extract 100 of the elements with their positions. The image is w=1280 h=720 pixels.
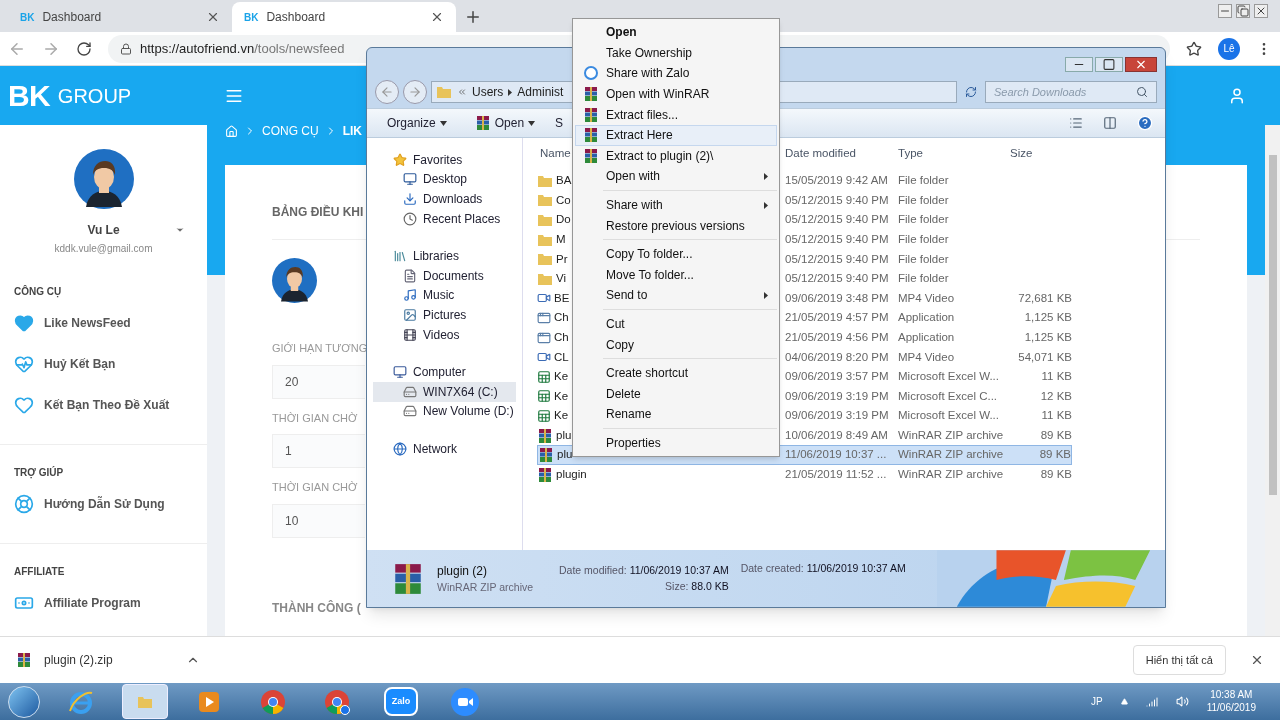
input-field[interactable]: 1 xyxy=(272,434,365,468)
file-name-cell[interactable]: BE xyxy=(537,288,572,309)
menu-item[interactable]: Extract to plugin (2)\ xyxy=(575,145,777,167)
minimize-icon[interactable] xyxy=(1218,4,1232,18)
column-header[interactable]: Date modified xyxy=(785,145,898,163)
file-name-cell[interactable]: M xyxy=(537,229,571,250)
close-icon[interactable] xyxy=(430,10,444,24)
menu-item[interactable]: Delete xyxy=(575,383,777,405)
file-name-cell[interactable]: Pr xyxy=(537,249,571,269)
menu-item[interactable]: Take Ownership xyxy=(575,42,777,64)
new-tab-icon[interactable] xyxy=(464,8,482,26)
tree-item[interactable]: Downloads xyxy=(373,189,516,209)
file-name-cell[interactable]: CL xyxy=(537,347,571,367)
tree-item[interactable]: WIN7X64 (C:) xyxy=(373,381,516,402)
file-size: 54,071 KB xyxy=(1018,349,1072,365)
tree-item[interactable]: Music xyxy=(373,285,516,306)
file-name-cell[interactable]: BA xyxy=(537,171,574,191)
monitor-icon xyxy=(403,172,417,187)
file-name-cell[interactable]: Ke xyxy=(537,386,571,407)
menu-item[interactable]: Rename xyxy=(575,404,777,425)
maximize-icon[interactable] xyxy=(1095,56,1123,72)
input-field[interactable]: 20 xyxy=(272,364,365,399)
close-icon[interactable] xyxy=(1254,4,1268,18)
open-menu[interactable]: Open xyxy=(474,114,536,132)
menu-item[interactable]: Copy xyxy=(575,334,777,355)
tree-item[interactable]: Recent Places xyxy=(373,208,516,229)
menu-item[interactable]: Open with WinRAR xyxy=(575,83,777,105)
menu-item[interactable]: Create shortcut xyxy=(575,362,777,384)
organize-menu[interactable]: Organize xyxy=(379,114,455,132)
bookmark-star-icon[interactable] xyxy=(1186,40,1202,57)
sidebar-item[interactable]: Affiliate Program xyxy=(14,593,141,613)
tree-item[interactable]: Pictures xyxy=(373,305,516,325)
menu-item[interactable]: Extract Here xyxy=(575,124,777,146)
file-name-cell[interactable]: plugin xyxy=(537,464,589,485)
menu-item[interactable]: Share with xyxy=(575,194,777,216)
menu-item[interactable]: Send to xyxy=(575,285,777,306)
application-icon xyxy=(537,330,551,345)
restore-icon[interactable] xyxy=(1236,4,1250,18)
start-button[interactable] xyxy=(8,685,40,718)
file-name-cell[interactable]: Vi xyxy=(537,268,571,289)
profile-avatar[interactable]: Lê xyxy=(1218,37,1240,60)
view-options-icon[interactable] xyxy=(1069,116,1083,130)
tree-item[interactable]: New Volume (D:) xyxy=(373,401,516,422)
refresh-icon[interactable] xyxy=(965,86,977,98)
download-filename[interactable]: plugin (2).zip xyxy=(44,651,174,669)
file-name-cell[interactable]: Do xyxy=(537,210,573,230)
tree-item[interactable]: Computer xyxy=(367,362,522,382)
menu-item[interactable]: Open with xyxy=(575,166,777,187)
help-icon[interactable] xyxy=(1137,115,1153,131)
details-type: WinRAR ZIP archive xyxy=(437,579,535,595)
menu-item[interactable]: Properties xyxy=(575,432,777,454)
sidebar-item[interactable]: Kết Bạn Theo Đề Xuất xyxy=(14,395,170,415)
home-icon[interactable] xyxy=(225,125,238,138)
user-icon[interactable] xyxy=(1228,86,1246,105)
clock[interactable]: 10:38 AM 11/06/2019 xyxy=(1206,689,1256,714)
winrar-icon xyxy=(538,447,554,464)
language-indicator[interactable]: JP xyxy=(1091,694,1103,709)
dropdown-icon[interactable] xyxy=(175,225,185,235)
sidebar-item[interactable]: Huỷ Kết Bạn xyxy=(14,354,116,374)
file-name-cell[interactable]: plu xyxy=(537,445,575,465)
file-name-cell[interactable]: Ch xyxy=(537,327,571,348)
preview-pane-icon[interactable] xyxy=(1103,116,1117,130)
menu-item[interactable]: Extract files... xyxy=(575,104,777,125)
menu-item[interactable]: Move To folder... xyxy=(575,264,777,286)
menu-item[interactable]: Share with Zalo xyxy=(575,63,777,84)
toolbar-item[interactable]: S xyxy=(555,114,564,132)
browser-tab[interactable]: BK Dashboard xyxy=(232,2,456,32)
file-name-cell[interactable]: Ch xyxy=(537,308,571,328)
tree-item[interactable]: Desktop xyxy=(373,169,516,190)
scrollbar[interactable] xyxy=(1265,125,1280,636)
sidebar-item[interactable]: Like NewsFeed xyxy=(14,313,131,333)
volume-icon[interactable] xyxy=(1175,695,1189,708)
sidebar-item[interactable]: Hướng Dẫn Sử Dụng xyxy=(14,494,165,514)
back-icon[interactable] xyxy=(375,80,399,104)
tree-item[interactable]: Network xyxy=(367,439,522,459)
folder-icon xyxy=(436,85,452,99)
file-name-cell[interactable]: plu xyxy=(537,425,574,446)
picture-icon xyxy=(403,307,417,322)
tree-item[interactable]: Libraries xyxy=(367,246,522,266)
menu-item[interactable]: Copy To folder... xyxy=(575,243,777,265)
field-label: THỜI GIAN CHỜ xyxy=(272,410,358,426)
column-header[interactable]: Size xyxy=(1010,145,1070,163)
file-name-cell[interactable]: Ke xyxy=(537,406,571,426)
file-name-cell[interactable]: Ke xyxy=(537,366,571,387)
input-field[interactable]: 10 xyxy=(272,503,365,538)
column-header[interactable]: Type xyxy=(898,145,1010,163)
tray-arrow-icon[interactable] xyxy=(1120,698,1128,705)
tree-item[interactable]: Documents xyxy=(373,265,516,286)
menu-item[interactable]: Restore previous versions xyxy=(575,215,777,236)
forward-icon[interactable] xyxy=(403,80,427,104)
file-name-cell[interactable]: Co xyxy=(537,190,573,211)
reload-icon[interactable] xyxy=(76,40,92,57)
close-icon[interactable] xyxy=(206,10,220,24)
close-icon[interactable] xyxy=(1250,653,1264,667)
tree-item[interactable]: Videos xyxy=(373,324,516,345)
close-icon[interactable] xyxy=(1125,56,1157,72)
tree-item[interactable]: Favorites xyxy=(367,150,522,170)
browser-tab[interactable]: BK Dashboard xyxy=(8,2,232,32)
show-all-button[interactable]: Hiển thị tất cả xyxy=(1132,645,1226,675)
menu-item[interactable]: Cut xyxy=(575,313,777,335)
